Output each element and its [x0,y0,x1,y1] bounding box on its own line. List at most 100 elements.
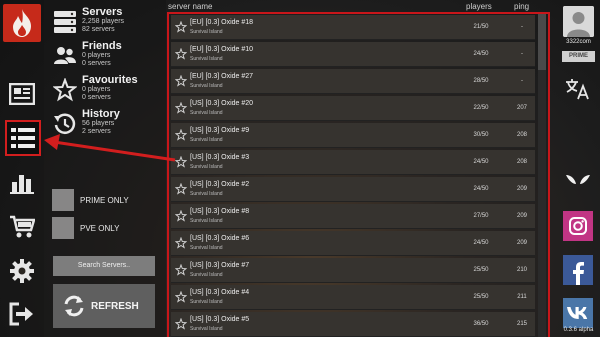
server-players: 25/50 [473,267,489,273]
cart-icon [10,215,35,238]
scrollbar-thumb[interactable] [538,14,546,70]
server-row[interactable]: [US] [0.3] Oxide #4 Survival Island 25/50 2… [171,285,535,310]
checkbox[interactable] [52,217,74,239]
column-header-name[interactable]: server name [168,2,212,11]
category-title: Servers [82,6,123,18]
category-servers-count: 0 servers [82,94,111,101]
vk-icon [567,307,588,319]
server-players: 24/50 [473,186,489,192]
server-name: [US] [0.3] Oxide #8 [190,208,250,215]
server-row[interactable]: [US] [0.3] Oxide #6 Survival Island 24/50 2… [171,231,535,256]
server-row[interactable]: [US] [0.3] Oxide #9 Survival Island 30/50 2… [171,123,535,148]
server-map: Survival Island [190,245,223,251]
refresh-button[interactable]: REFRESH [53,284,155,328]
favourite-star-icon[interactable] [175,237,187,249]
server-map: Survival Island [190,110,223,116]
server-ping: 209 [516,213,527,219]
search-servers-button[interactable]: Search Servers.. [53,256,155,276]
category-title: Friends [82,40,122,52]
server-row[interactable]: [US] [0.3] Oxide #8 Survival Island 27/50 2… [171,204,535,229]
server-players: 36/50 [473,321,489,327]
newspaper-icon [9,83,35,105]
server-row[interactable]: [EU] [0.3] Oxide #27 Survival Island 28/50… [171,69,535,94]
server-name: [EU] [0.3] Oxide #18 [190,19,254,26]
server-name: [US] [0.3] Oxide #2 [190,181,250,188]
server-map: Survival Island [190,191,223,197]
server-name: [US] [0.3] Oxide #6 [190,235,250,242]
social-vk-button[interactable] [563,298,593,328]
username: 3322com [566,39,591,45]
column-header-players[interactable]: players [466,2,492,11]
favourite-star-icon[interactable] [175,291,187,303]
category-servers[interactable]: Servers 2,258 players 82 servers [52,6,164,40]
server-row[interactable]: [EU] [0.3] Oxide #18 Survival Island 21/50… [171,15,535,40]
favourite-star-icon[interactable] [175,183,187,195]
category-favourites[interactable]: Favourites 0 players 0 servers [52,74,164,108]
server-players: 28/50 [473,78,489,84]
favourite-star-icon[interactable] [175,75,187,87]
social-facebook-button[interactable] [563,255,593,285]
favourite-star-icon[interactable] [175,48,187,60]
server-row[interactable]: [US] [0.3] Oxide #7 Survival Island 25/50 2… [171,258,535,283]
server-stack-icon [52,9,78,35]
avatar[interactable] [563,6,594,37]
instagram-icon [569,217,587,235]
server-name: [EU] [0.3] Oxide #10 [190,46,254,53]
server-ping: 207 [516,105,527,111]
server-row[interactable]: [US] [0.3] Oxide #3 Survival Island 24/50 2… [171,150,535,175]
language-button[interactable] [564,77,592,101]
alien-icon [566,175,590,184]
server-players: 24/50 [473,159,489,165]
friends-icon [52,43,78,69]
server-players: 25/50 [473,294,489,300]
server-ping: - [521,51,523,57]
nav-rail [0,0,44,337]
server-row[interactable]: [US] [0.3] Oxide #2 Survival Island 24/50 2… [171,177,535,202]
column-header-ping[interactable]: ping [514,2,529,11]
server-name: [US] [0.3] Oxide #20 [190,100,254,107]
server-row[interactable]: [US] [0.3] Oxide #20 Survival Island 22/50… [171,96,535,121]
pve-only-filter[interactable]: PVE ONLY [52,217,162,239]
annotation-arrow [44,134,176,162]
nav-shop-button[interactable] [7,212,37,242]
server-players: 27/50 [473,213,489,219]
server-ping: - [521,24,523,30]
nav-stats-button[interactable] [7,168,37,198]
server-name: [EU] [0.3] Oxide #27 [190,73,254,80]
server-name: [US] [0.3] Oxide #4 [190,289,250,296]
version-label: 0.3.6 alpha [563,327,594,333]
checkbox[interactable] [52,189,74,211]
favourite-star-icon[interactable] [175,318,187,330]
server-ping: 215 [516,321,527,327]
server-ping: 210 [516,267,527,273]
favourite-star-icon[interactable] [175,264,187,276]
nav-news-button[interactable] [7,79,37,109]
nav-settings-button[interactable] [7,256,37,286]
translate-icon [566,79,589,100]
favourite-star-icon[interactable] [175,21,187,33]
category-friends[interactable]: Friends 0 players 0 servers [52,40,164,74]
favourite-star-icon[interactable] [175,102,187,114]
server-map: Survival Island [190,218,223,224]
server-row[interactable]: [US] [0.3] Oxide #5 Survival Island 36/50 2… [171,312,535,337]
social-alien-button[interactable] [563,166,593,196]
social-instagram-button[interactable] [563,211,593,241]
favourite-star-icon[interactable] [175,210,187,222]
server-ping: 208 [516,132,527,138]
server-map: Survival Island [190,299,223,305]
category-players: 2,258 players [82,18,125,25]
server-map: Survival Island [190,83,223,89]
nav-exit-button[interactable] [7,299,37,329]
nav-servers-button[interactable] [5,120,41,156]
server-row[interactable]: [EU] [0.3] Oxide #10 Survival Island 24/50… [171,42,535,67]
server-ping: 208 [516,159,527,165]
prime-only-filter[interactable]: PRIME ONLY [52,189,162,211]
server-name: [US] [0.3] Oxide #5 [190,316,250,323]
flame-logo[interactable] [3,4,41,42]
prime-badge: PRIME [562,51,595,62]
server-list: [EU] [0.3] Oxide #18 Survival Island 21/50… [167,12,550,337]
server-players: 30/50 [473,132,489,138]
server-ping: 211 [517,294,527,300]
server-name: [US] [0.3] Oxide #3 [190,154,250,161]
server-ping: - [521,78,523,84]
